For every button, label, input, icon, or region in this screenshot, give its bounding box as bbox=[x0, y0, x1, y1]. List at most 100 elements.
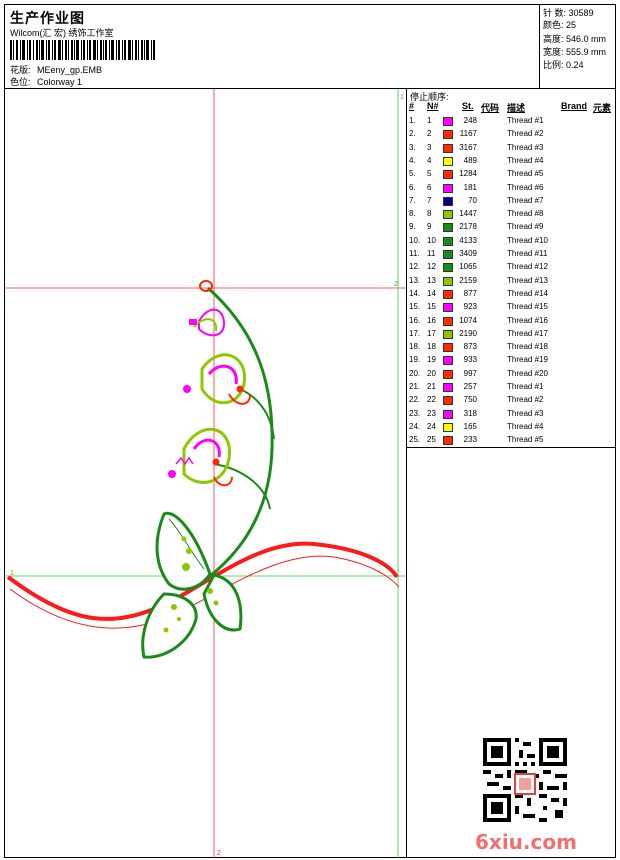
row-index: 1. bbox=[409, 116, 416, 125]
stat-height: 高度: 546.0 mm bbox=[543, 34, 607, 44]
table-row: 3. 3 3167 Thread #3 bbox=[407, 142, 616, 155]
row-stitches: 997 bbox=[463, 368, 477, 378]
row-index: 14. bbox=[409, 288, 421, 298]
colorway-label: 色位: bbox=[10, 77, 31, 87]
thread-color-swatch bbox=[443, 263, 453, 273]
row-needle: 19 bbox=[427, 355, 436, 365]
thread-color-swatch bbox=[443, 143, 453, 153]
row-stitches: 2178 bbox=[459, 222, 477, 232]
table-row: 21. 21 257 Thread #1 bbox=[407, 381, 616, 394]
row-description: Thread #12 bbox=[507, 262, 548, 272]
table-row: 18. 18 873 Thread #18 bbox=[407, 341, 616, 354]
qr-code bbox=[483, 738, 567, 822]
row-index: 12. bbox=[409, 262, 421, 272]
row-needle: 4 bbox=[427, 155, 432, 165]
stat-colors: 颜色: 25 bbox=[543, 20, 577, 30]
thread-color-swatch bbox=[443, 223, 453, 233]
thread-color-swatch bbox=[443, 383, 453, 392]
row-needle: 9 bbox=[427, 222, 432, 232]
site-logo: 6xiu.com bbox=[475, 830, 577, 854]
row-stitches: 2159 bbox=[459, 275, 477, 285]
thread-color-swatch bbox=[443, 276, 453, 286]
table-row: 13. 13 2159 Thread #13 bbox=[407, 275, 616, 288]
row-index: 16. bbox=[409, 315, 421, 325]
row-needle: 1 bbox=[427, 116, 432, 125]
row-index: 6. bbox=[409, 182, 416, 192]
row-needle: 17 bbox=[427, 328, 436, 338]
row-stitches: 873 bbox=[463, 342, 477, 352]
row-description: Thread #11 bbox=[507, 249, 548, 258]
stat-scale: 比例: 0.24 bbox=[543, 60, 584, 70]
thread-color-swatch bbox=[443, 316, 453, 326]
row-description: Thread #14 bbox=[507, 288, 548, 298]
thread-color-swatch bbox=[443, 303, 453, 313]
thread-color-swatch bbox=[443, 183, 453, 193]
row-needle: 13 bbox=[427, 275, 436, 285]
table-row: 15. 15 923 Thread #15 bbox=[407, 301, 616, 314]
row-needle: 14 bbox=[427, 288, 436, 298]
row-index: 21. bbox=[409, 382, 421, 391]
row-needle: 16 bbox=[427, 315, 436, 325]
thread-color-swatch bbox=[443, 170, 453, 180]
design-file-name: MEeny_gp.EMB bbox=[37, 65, 103, 75]
row-index: 25. bbox=[409, 435, 421, 445]
row-stitches: 923 bbox=[463, 302, 477, 312]
row-description: Thread #2 bbox=[507, 395, 544, 405]
row-index: 23. bbox=[409, 408, 421, 418]
row-description: Thread #5 bbox=[507, 169, 544, 179]
table-row: 7. 7 70 Thread #7 bbox=[407, 195, 616, 208]
colorway-name: Colorway 1 bbox=[37, 77, 83, 87]
row-description: Thread #4 bbox=[507, 155, 544, 165]
row-index: 13. bbox=[409, 275, 421, 285]
marker-top-green: 1 bbox=[400, 94, 404, 101]
row-description: Thread #3 bbox=[507, 408, 544, 418]
design-canvas: 1 2 1 2 bbox=[4, 89, 407, 858]
row-index: 7. bbox=[409, 195, 416, 205]
row-description: Thread #3 bbox=[507, 142, 544, 152]
thread-color-swatch bbox=[443, 396, 453, 406]
col-header-brand: Brand bbox=[561, 101, 588, 111]
thread-color-swatch bbox=[443, 210, 453, 220]
row-index: 19. bbox=[409, 355, 421, 365]
row-needle: 3 bbox=[427, 142, 432, 152]
row-needle: 6 bbox=[427, 182, 432, 192]
row-index: 3. bbox=[409, 142, 416, 152]
thread-color-swatch bbox=[443, 156, 453, 166]
thread-color-swatch bbox=[443, 117, 453, 126]
row-index: 2. bbox=[409, 129, 416, 139]
row-stitches: 248 bbox=[463, 116, 477, 125]
thread-color-swatch bbox=[443, 289, 453, 299]
col-header-stitches: St. bbox=[462, 101, 474, 111]
row-stitches: 4133 bbox=[459, 235, 477, 245]
row-description: Thread #6 bbox=[507, 182, 544, 192]
row-needle: 23 bbox=[427, 408, 436, 418]
row-needle: 15 bbox=[427, 302, 436, 312]
table-row: 4. 4 489 Thread #4 bbox=[407, 155, 616, 168]
design-label: 花版: bbox=[10, 65, 31, 75]
thread-color-swatch bbox=[443, 369, 453, 379]
flower-top bbox=[189, 308, 226, 337]
col-header-elements: 元素 bbox=[593, 103, 612, 113]
row-needle: 7 bbox=[427, 195, 432, 205]
table-row: 20. 20 997 Thread #20 bbox=[407, 368, 616, 381]
row-needle: 21 bbox=[427, 382, 436, 391]
row-description: Thread #13 bbox=[507, 275, 548, 285]
header-panel: 生产作业图 Wilcom(汇 宏) 绣饰工作室 花版: MEeny_gp.EMB… bbox=[4, 4, 540, 89]
row-needle: 25 bbox=[427, 435, 436, 445]
embroidery-preview: 1 2 1 2 bbox=[4, 89, 406, 858]
row-stitches: 1284 bbox=[459, 169, 477, 179]
page-title: 生产作业图 bbox=[10, 10, 85, 26]
leaf-lower-left bbox=[141, 592, 198, 659]
row-stitches: 3409 bbox=[459, 249, 477, 258]
row-index: 11. bbox=[409, 249, 420, 258]
row-description: Thread #16 bbox=[507, 315, 548, 325]
row-index: 15. bbox=[409, 302, 421, 312]
row-index: 22. bbox=[409, 395, 421, 405]
row-stitches: 318 bbox=[463, 408, 477, 418]
row-stitches: 233 bbox=[463, 435, 477, 445]
row-description: Thread #10 bbox=[507, 235, 548, 245]
row-needle: 18 bbox=[427, 342, 436, 352]
row-stitches: 70 bbox=[468, 195, 477, 205]
row-index: 8. bbox=[409, 209, 416, 219]
row-stitches: 165 bbox=[463, 421, 477, 431]
